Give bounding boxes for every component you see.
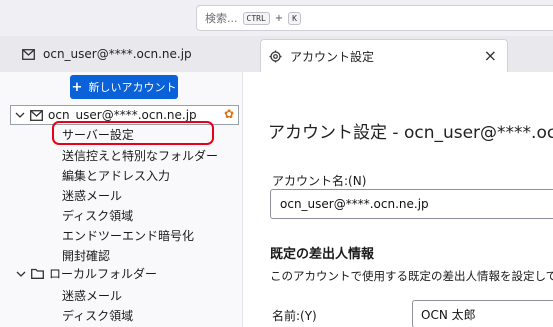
chevron-down-icon[interactable]	[16, 270, 26, 278]
page-title: アカウント設定 - ocn_user@****.ocn.	[268, 123, 553, 143]
local-folders-tree-item[interactable]: ローカルフォルダー	[16, 265, 157, 282]
ctrl-key-hint: CTRL	[242, 11, 270, 25]
sidebar-item-copies-folders[interactable]: 送信控えと特別なフォルダー	[62, 147, 218, 164]
mail-icon	[22, 48, 35, 60]
account-name-label: アカウント名:(N)	[272, 174, 367, 188]
sidebar-item-return-receipts[interactable]: 開封確認	[62, 247, 110, 264]
account-label: ocn_user@****.ocn.ne.jp	[48, 108, 197, 122]
account-name-input[interactable]	[270, 189, 553, 219]
tab-mail-label: ocn_user@****.ocn.ne.jp	[43, 47, 192, 61]
search-box[interactable]: 検索... CTRL + K	[196, 5, 553, 31]
tab-mail[interactable]: ocn_user@****.ocn.ne.jp	[0, 36, 258, 72]
tab-account-settings-label: アカウント設定	[290, 49, 375, 64]
account-mail-icon	[30, 109, 43, 121]
close-icon[interactable]: ×	[484, 46, 497, 65]
search-placeholder: 検索...	[205, 12, 238, 25]
plus-icon: +	[71, 79, 83, 95]
chevron-down-icon[interactable]	[15, 111, 25, 119]
k-key-hint: K	[288, 11, 301, 25]
identity-description: このアカウントで使用する既定の差出人情報を設定して	[270, 269, 553, 283]
highlight-ring	[52, 121, 214, 145]
default-account-star-icon: ✿	[223, 107, 234, 121]
gear-icon	[269, 50, 282, 63]
new-account-button[interactable]: + 新しいアカウント	[70, 75, 178, 99]
local-folders-label: ローカルフォルダー	[49, 267, 158, 281]
plus-sign: +	[274, 12, 284, 24]
your-name-input[interactable]	[412, 300, 553, 327]
tab-account-settings[interactable]: アカウント設定 ×	[260, 39, 508, 72]
sidebar-item-disk-space[interactable]: ディスク領域	[62, 207, 133, 224]
sidebar-item-local-junk[interactable]: 迷惑メール	[62, 287, 122, 304]
top-toolbar: 検索... CTRL + K	[0, 0, 553, 36]
sidebar-item-local-disk-space[interactable]: ディスク領域	[62, 307, 133, 324]
tab-strip: ocn_user@****.ocn.ne.jp アカウント設定 ×	[0, 36, 553, 72]
your-name-label: 名前:(Y)	[272, 309, 317, 323]
sidebar-item-composition[interactable]: 編集とアドレス入力	[62, 167, 170, 184]
new-account-label: 新しいアカウント	[88, 81, 177, 94]
sidebar-item-e2e-encryption[interactable]: エンドツーエンド暗号化	[62, 227, 194, 244]
identity-heading: 既定の差出人情報	[270, 247, 375, 262]
sidebar-item-junk[interactable]: 迷惑メール	[62, 187, 122, 204]
folder-icon	[31, 268, 44, 279]
